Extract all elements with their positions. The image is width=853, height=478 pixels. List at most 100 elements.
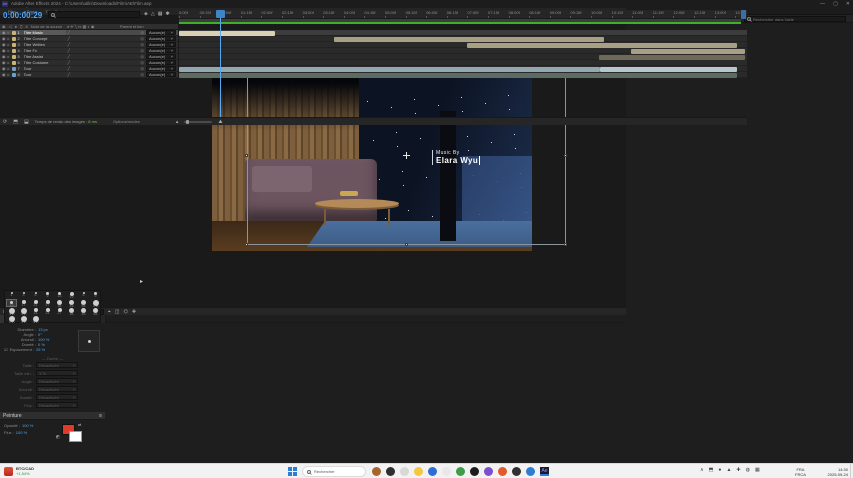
twirl-icon[interactable]: ▸ [8,48,10,53]
brush-size-14[interactable]: 14 [30,307,41,315]
fx-switch-icon[interactable]: ╱ [68,36,70,41]
layer-duration-bar[interactable] [631,48,745,54]
taskbar-app-icon-6[interactable] [442,467,451,476]
eye-icon[interactable]: ◉ [2,60,6,65]
view-layout-icon[interactable]: ✚ [132,309,136,315]
taskbar-search[interactable]: Rechercher [302,466,366,477]
brush-size-35[interactable]: 35 [66,307,77,315]
twirl-icon[interactable]: ▸ [8,42,10,47]
taskbar-app-icon-3[interactable] [400,467,409,476]
parent-dropdown[interactable]: Aucun(e) ˅ [146,54,176,59]
pickwhip-icon[interactable]: ◎ [141,48,145,53]
maximize-button[interactable]: ▢ [833,1,838,7]
work-area-end-handle[interactable] [741,10,746,19]
roi-icon[interactable]: ⌖ [108,309,111,315]
layer-name[interactable]: Tour [24,72,66,77]
brush-size-13[interactable]: 13 [6,299,17,307]
zoom-in-mountain-icon[interactable]: ⛰ [218,119,222,125]
brush-size-9[interactable]: 9 [90,291,101,299]
frame-blending-icon[interactable]: ▦ [158,11,163,17]
brush-size-1[interactable]: 1 [6,291,17,299]
tray-icon-2[interactable]: ⬒ [709,467,714,473]
brush-size-19[interactable]: 19 [66,291,77,299]
source-name-header[interactable]: Nom de la source [31,24,62,29]
panel-menu-icon[interactable]: ≡ [99,413,102,419]
spacing-value[interactable]: 25 % [36,347,45,352]
tray-icon-7[interactable]: ▦ [755,467,760,473]
layer-duration-bar[interactable] [334,36,604,42]
background-color-swatch[interactable] [69,431,82,442]
parent-dropdown[interactable]: Aucun(e) ˅ [146,30,176,35]
pickwhip-icon[interactable]: ◎ [141,66,145,71]
parent-dropdown[interactable]: Aucun(e) ˅ [146,66,176,71]
minimize-button[interactable]: — [820,1,825,7]
layer-duration-bar[interactable] [179,66,600,72]
shy-layers-icon[interactable]: ⬒ [13,119,18,125]
brush-size-200[interactable]: 200 [18,315,29,323]
parent-dropdown[interactable]: Aucun(e) ˅ [146,36,176,41]
tray-icon-4[interactable]: ▲ [726,467,731,473]
pickwhip-icon[interactable]: ◎ [141,42,145,47]
layer-duration-bar[interactable] [179,72,737,78]
brush-size-24[interactable]: 24 [42,307,53,315]
eye-icon[interactable]: ◉ [2,36,6,41]
brush-size-65[interactable]: 65 [90,307,101,315]
dynamics-dropdown[interactable]: Désactivée ˅ [36,402,78,408]
layer-name[interactable]: Titre Music [23,30,66,35]
dynamics-dropdown[interactable]: Désactivée ˅ [36,394,78,400]
twirl-icon[interactable]: ▸ [8,30,10,35]
layer-color-chip[interactable] [11,60,16,65]
default-colors-icon[interactable]: ◩ [56,434,60,439]
taskbar-after-effects-icon[interactable]: Ae [540,467,549,476]
layer-name[interactable]: Titre Assist [24,54,66,59]
dynamics-dropdown[interactable]: Désactivée ˅ [36,362,78,368]
brush-size-35[interactable]: 35 [54,299,65,307]
dynamics-dropdown[interactable]: 1 % ˅ [36,370,78,376]
timeline-search-input[interactable] [48,11,140,18]
brush-size-300[interactable]: 300 [18,307,29,315]
layer-color-chip[interactable] [11,42,16,47]
composition-marker-icon[interactable]: ⟳ [3,119,7,125]
taskbar-widget[interactable]: BTC/CAD +1,54% [4,466,34,476]
anchor-point-icon[interactable] [403,152,410,159]
swap-colors-icon[interactable]: ⇄ [78,422,81,427]
fx-switch-icon[interactable]: ╱ [68,72,70,77]
eye-icon[interactable]: ◉ [2,30,6,35]
draft-3d-icon[interactable]: △ [151,11,155,17]
time-ruler[interactable]: 0:00f 00:15f 01:00f 01:15f 02:00f 02:15f 03:00… [178,10,747,19]
twirl-icon[interactable]: ▸ [8,54,10,59]
paint-panel-header[interactable]: Peinture ≡ [0,412,105,420]
layer-color-chip[interactable] [11,66,16,71]
tray-icon-1[interactable]: ∧ [700,467,704,473]
parent-dropdown[interactable]: Aucun(e) ˅ [146,60,176,65]
paint-flow-value[interactable]: 100 % [16,430,27,435]
selection-handle[interactable] [245,154,248,157]
layer-name[interactable]: Titre Written [24,42,66,47]
layer-color-chip[interactable] [11,72,16,77]
eye-icon[interactable]: ◉ [2,42,6,47]
brush-size-300[interactable]: 300 [30,315,41,323]
taskbar-app-icon-5[interactable] [428,467,437,476]
brush-size-17[interactable]: 17 [18,299,29,307]
twirl-icon[interactable]: ▸ [8,36,10,41]
tray-icon-5[interactable]: ✚ [736,467,740,473]
brush-size-200[interactable]: 200 [6,307,17,315]
zoom-out-mountain-icon[interactable]: ▴ [176,119,179,125]
taskbar-app-icon-8[interactable] [470,467,479,476]
fx-switch-icon[interactable]: ╱ [68,42,70,47]
brush-size-100[interactable]: 100 [6,315,17,323]
selection-handle[interactable] [564,243,567,246]
layer-color-chip[interactable] [11,30,16,35]
eye-icon[interactable]: ◉ [2,72,6,77]
twirl-icon[interactable]: ▸ [8,72,10,77]
taskbar-app-icon-11[interactable] [512,467,521,476]
dynamics-dropdown[interactable]: Désactivée ˅ [36,378,78,384]
pickwhip-icon[interactable]: ◎ [141,60,145,65]
brush-size-27[interactable]: 27 [42,299,53,307]
parent-dropdown[interactable]: Aucun(e) ˅ [146,72,176,77]
pickwhip-icon[interactable]: ◎ [141,30,145,35]
start-button[interactable] [288,467,297,476]
layer-name[interactable]: Titre Concept [24,36,66,41]
taskbar-app-icon-12[interactable] [526,467,535,476]
brush-size-45[interactable]: 45 [66,299,77,307]
